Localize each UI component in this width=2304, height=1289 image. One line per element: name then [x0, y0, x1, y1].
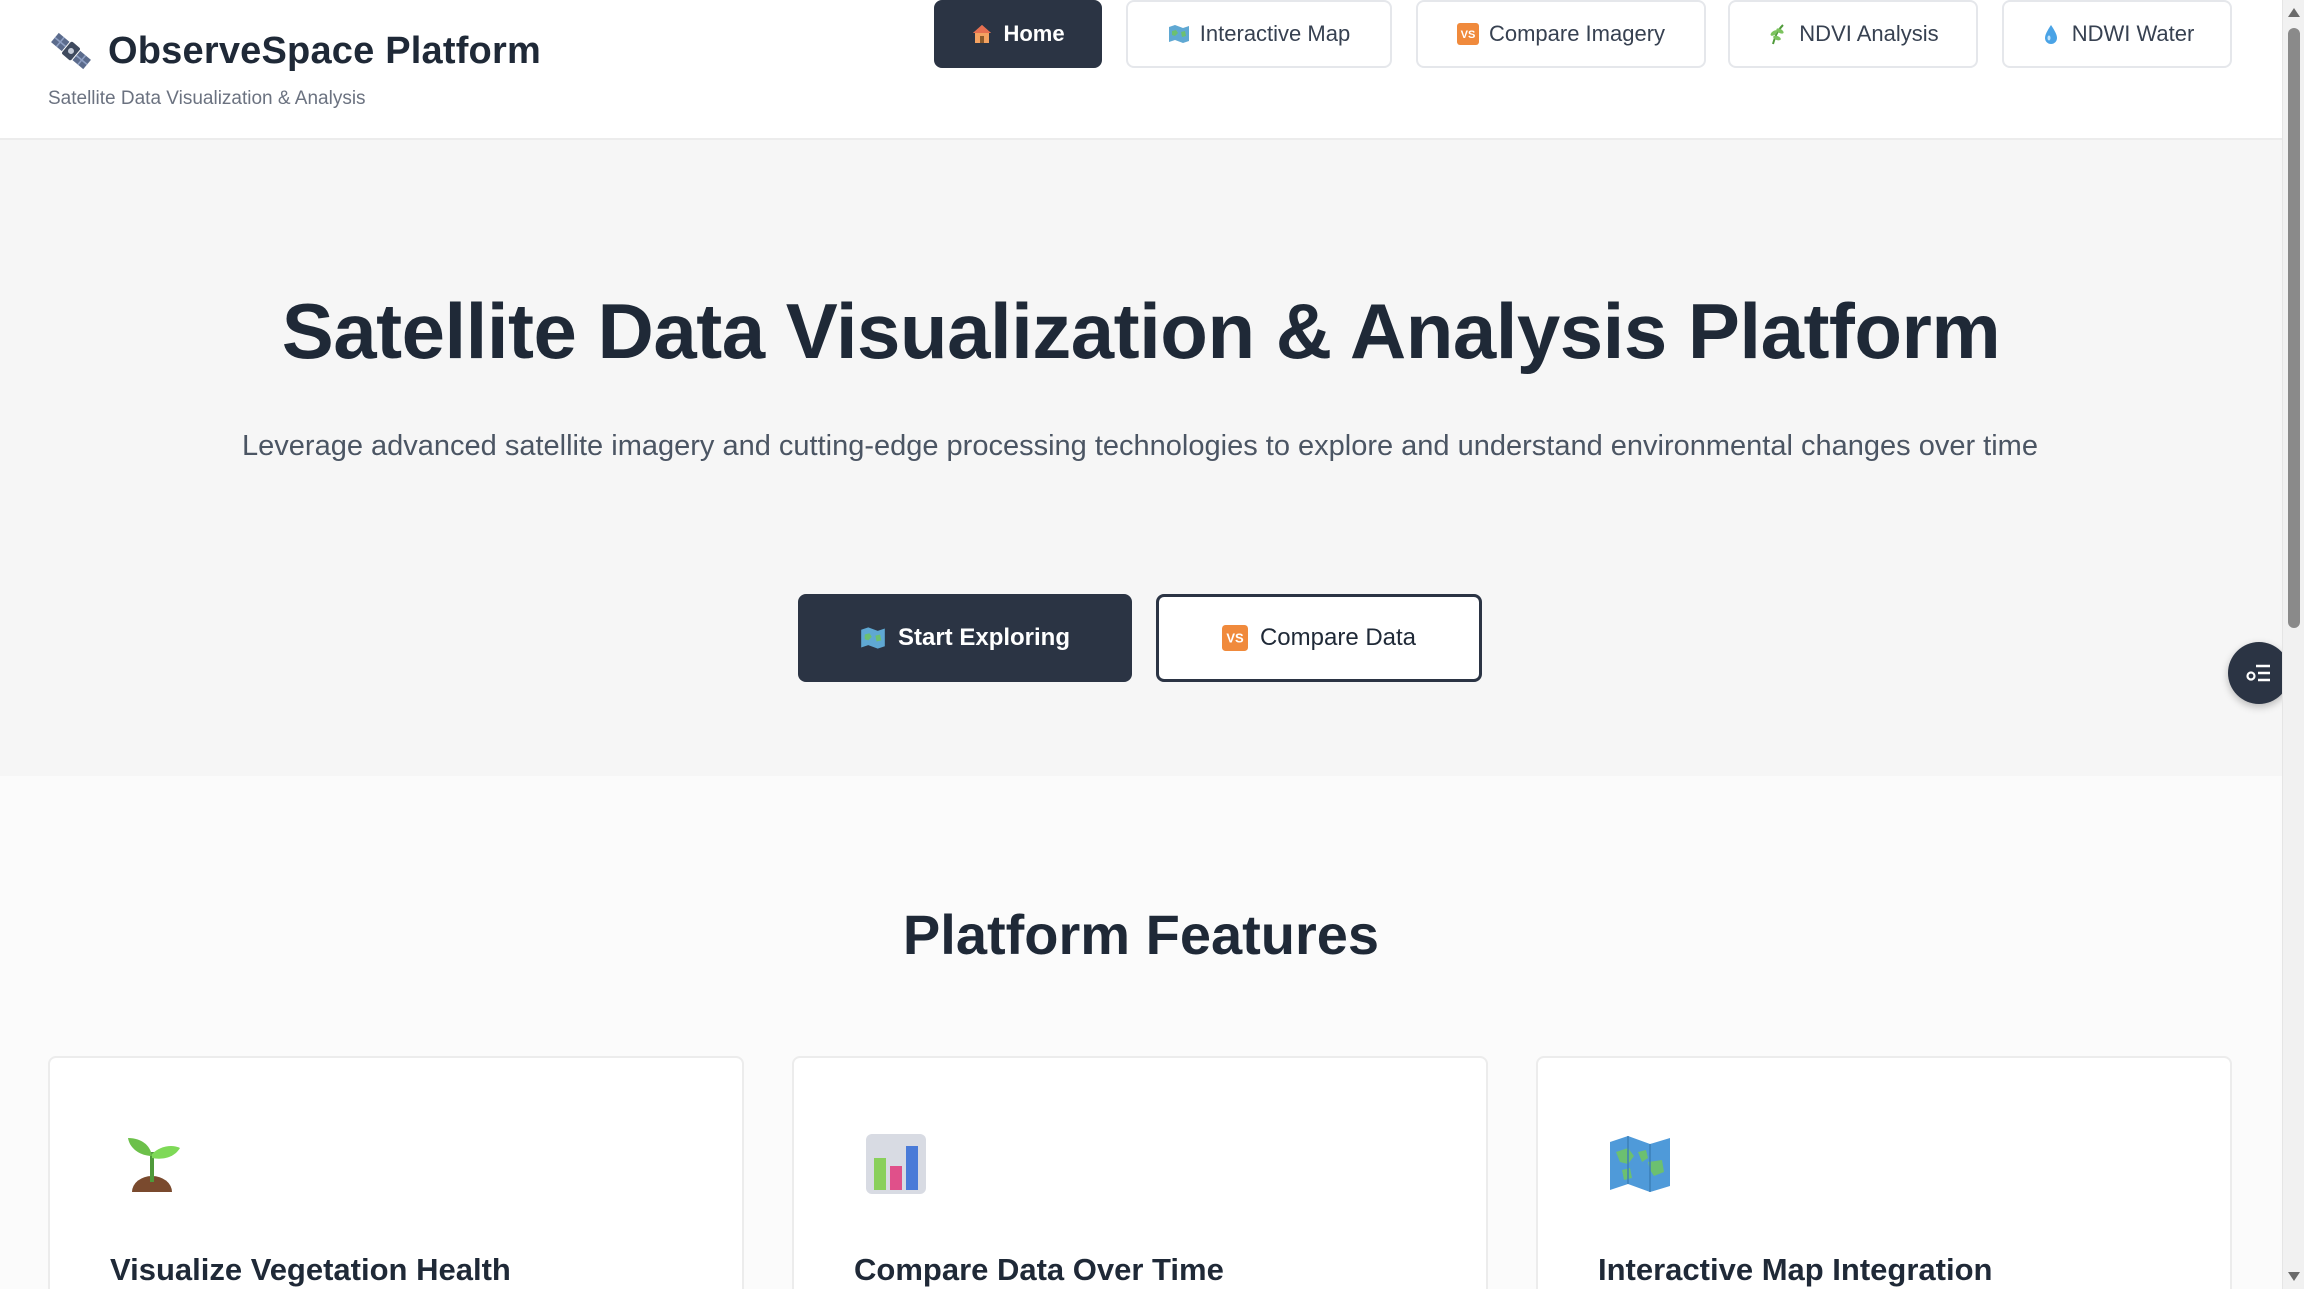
- seedling-icon: [128, 1138, 180, 1192]
- nav-home[interactable]: Home: [934, 0, 1102, 68]
- feature-card-title: Visualize Vegetation Health: [110, 1252, 511, 1287]
- scroll-up-arrow-icon[interactable]: [2288, 8, 2300, 17]
- feature-card-title: Interactive Map Integration: [1598, 1252, 1993, 1287]
- world-map-icon: [1610, 1136, 1670, 1192]
- start-exploring-button[interactable]: Start Exploring: [798, 594, 1132, 682]
- droplet-icon: [2044, 25, 2057, 44]
- hero-description: Leverage advanced satellite imagery and …: [242, 430, 2038, 462]
- hero-title: Satellite Data Visualization & Analysis …: [281, 287, 2001, 375]
- list-settings-icon: [2246, 664, 2270, 682]
- scroll-down-arrow-icon[interactable]: [2288, 1272, 2300, 1281]
- features-section: Platform Features Visualize Vegetation H…: [0, 776, 2282, 1289]
- map-icon: [1168, 25, 1189, 43]
- nav-ndwi-water[interactable]: NDWI Water: [2002, 0, 2232, 68]
- nav-compare-imagery-label: Compare Imagery: [1488, 21, 1666, 46]
- bar-chart-icon: [866, 1134, 926, 1194]
- feature-card-compare[interactable]: Compare Data Over Time: [792, 1056, 1488, 1289]
- vs-icon: VS: [1221, 625, 1248, 651]
- app-title: ObserveSpace Platform: [108, 29, 541, 72]
- scrollbar[interactable]: [2282, 0, 2304, 1289]
- compare-data-button[interactable]: VS Compare Data: [1156, 594, 1482, 682]
- start-exploring-label: Start Exploring: [897, 624, 1071, 651]
- brand[interactable]: ObserveSpace Platform Satellite Data Vis…: [48, 28, 541, 110]
- features-heading: Platform Features: [902, 903, 1380, 966]
- nav-interactive-map[interactable]: Interactive Map: [1126, 0, 1392, 68]
- nav-ndwi-water-label: NDWI Water: [2071, 21, 2195, 46]
- scroll-thumb[interactable]: [2288, 28, 2300, 628]
- nav-interactive-map-label: Interactive Map: [1199, 21, 1351, 46]
- hero-section: Satellite Data Visualization & Analysis …: [0, 140, 2282, 776]
- svg-text:VS: VS: [1461, 29, 1476, 41]
- plant-icon: [1770, 24, 1785, 45]
- nav-compare-imagery[interactable]: VS Compare Imagery: [1416, 0, 1706, 68]
- map-icon: [861, 627, 885, 649]
- svg-text:VS: VS: [1226, 631, 1244, 646]
- house-icon: [973, 25, 992, 43]
- compare-data-label: Compare Data: [1259, 624, 1417, 651]
- nav-ndvi-analysis[interactable]: NDVI Analysis: [1728, 0, 1978, 68]
- satellite-icon: [51, 32, 91, 70]
- page: ObserveSpace Platform Satellite Data Vis…: [0, 0, 2304, 1289]
- nav-ndvi-analysis-label: NDVI Analysis: [1799, 21, 1939, 46]
- top-header: ObserveSpace Platform Satellite Data Vis…: [0, 0, 2282, 140]
- feature-card-vegetation[interactable]: Visualize Vegetation Health: [48, 1056, 744, 1289]
- floating-menu-button[interactable]: [2228, 642, 2290, 704]
- vs-icon: VS: [1456, 23, 1479, 45]
- feature-card-map[interactable]: Interactive Map Integration: [1536, 1056, 2232, 1289]
- feature-card-title: Compare Data Over Time: [854, 1252, 1224, 1287]
- nav-home-label: Home: [1003, 21, 1065, 46]
- app-subtitle: Satellite Data Visualization & Analysis: [48, 88, 366, 109]
